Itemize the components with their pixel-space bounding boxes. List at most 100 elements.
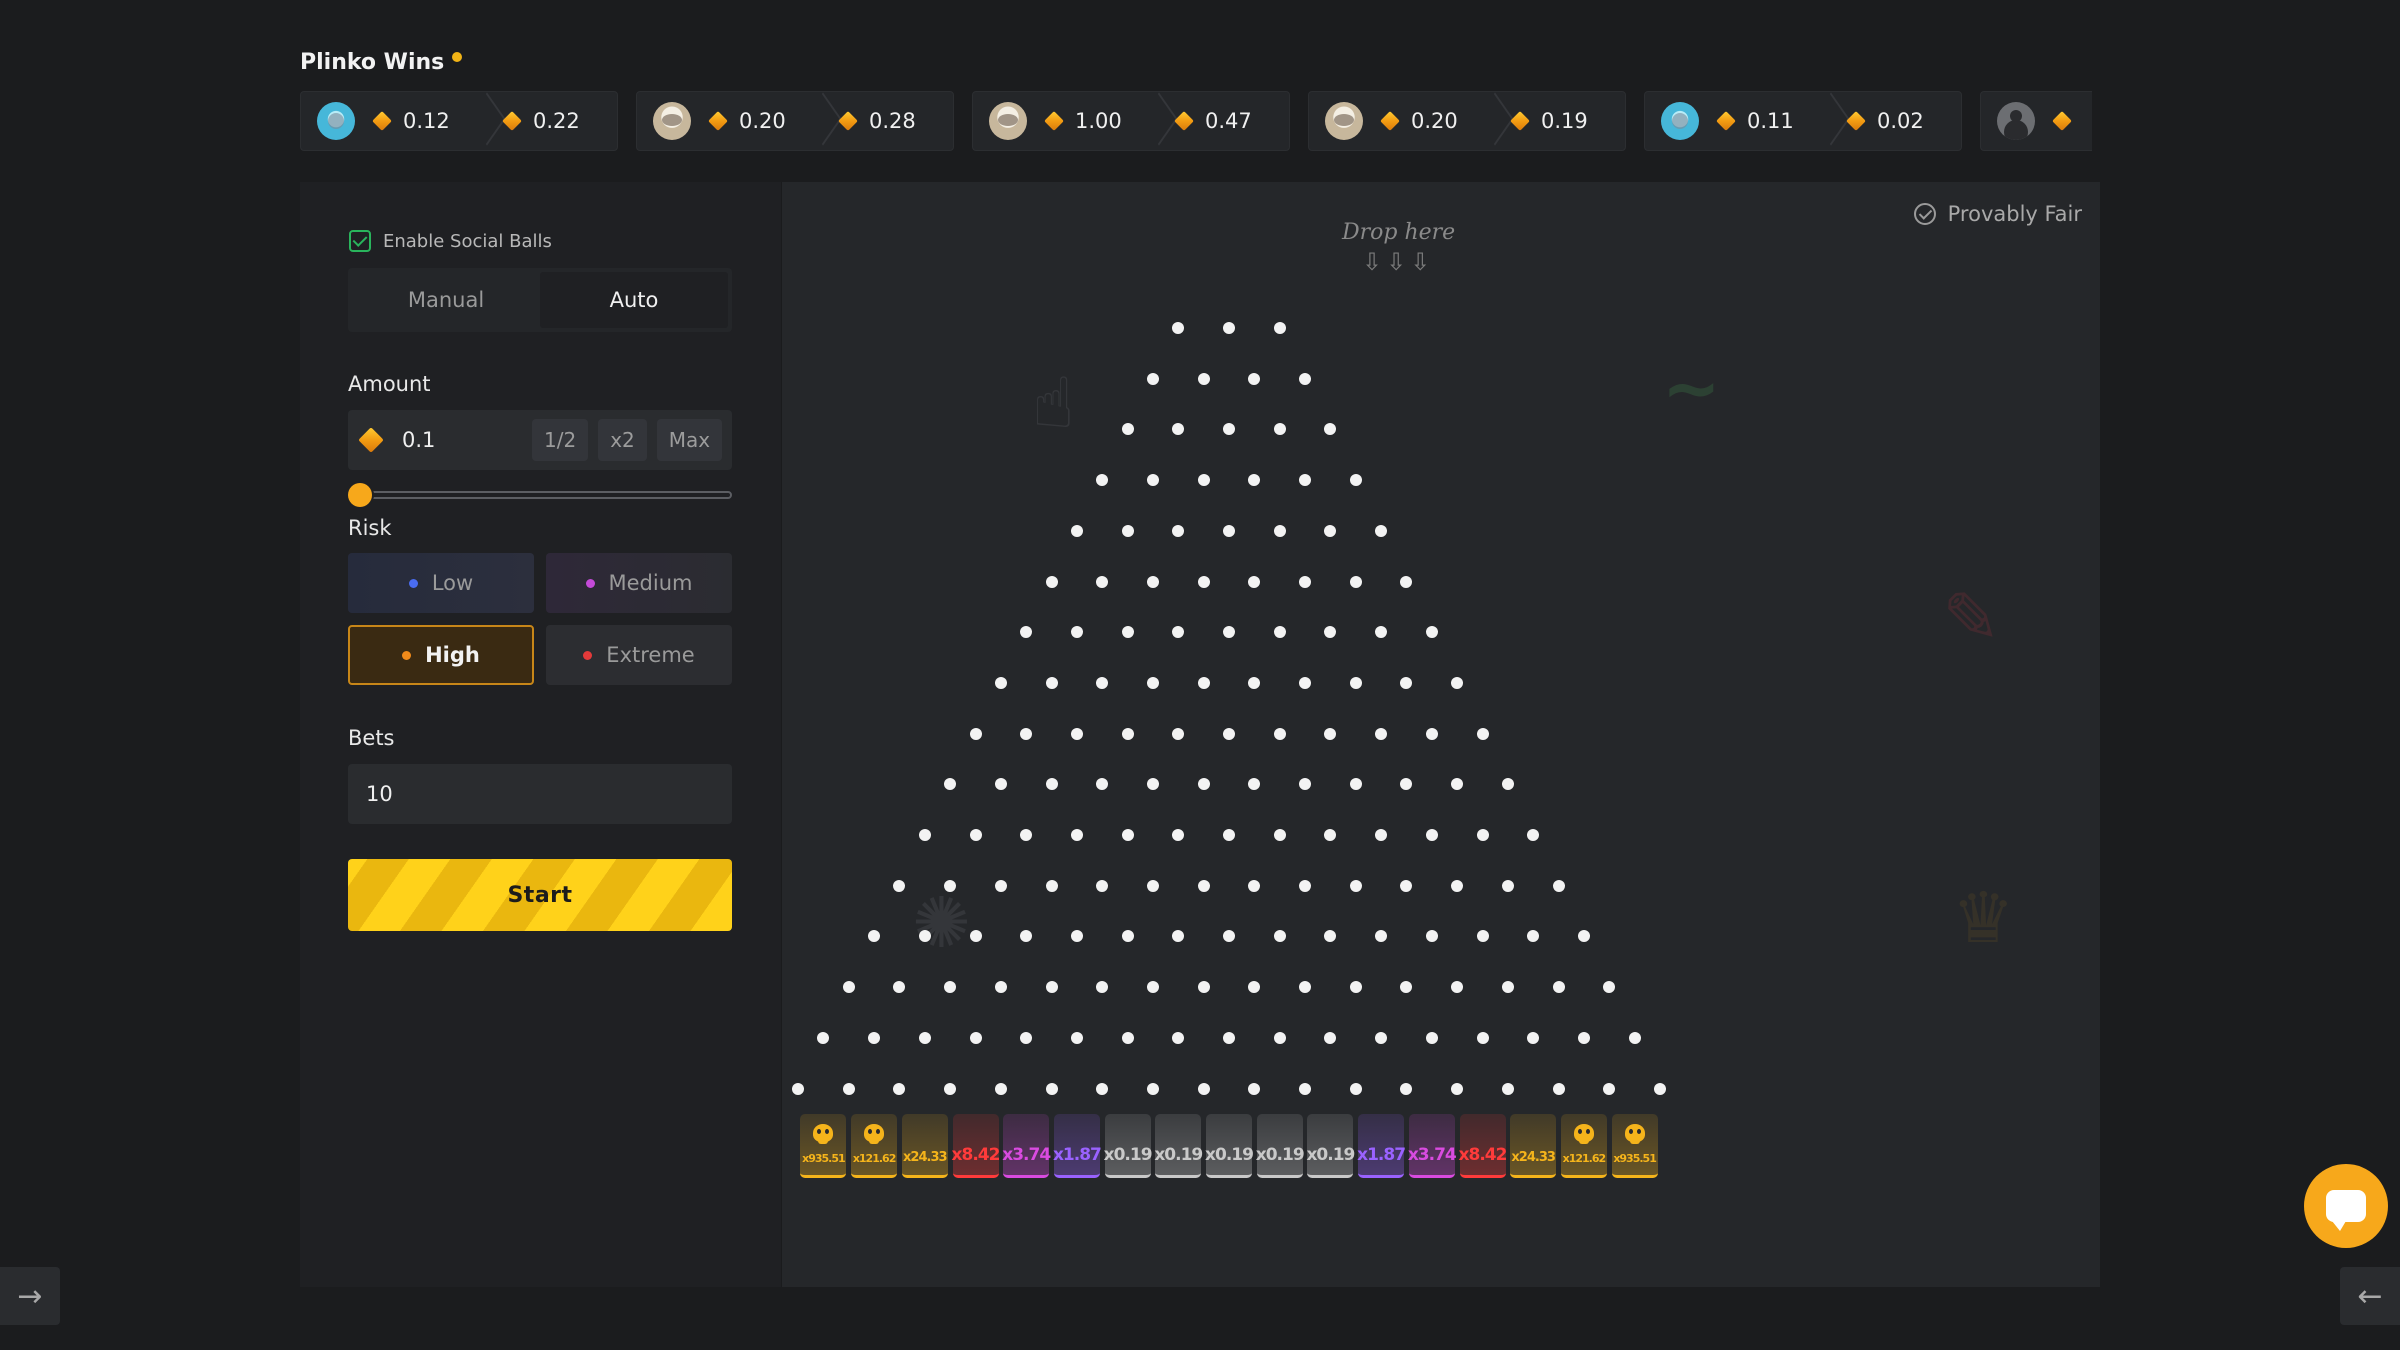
multiplier-label: x121.62 xyxy=(1562,1152,1607,1165)
peg xyxy=(1070,930,1083,943)
peg xyxy=(1324,1031,1337,1044)
peg xyxy=(1501,879,1514,892)
win-card[interactable]: 0.20 0.19 xyxy=(1308,91,1626,151)
peg xyxy=(1121,626,1134,639)
peg xyxy=(1020,829,1033,841)
amount-slider-handle[interactable] xyxy=(348,483,372,507)
win-card[interactable]: 0.12 0.22 xyxy=(300,91,618,151)
multiplier-label: x1.87 xyxy=(1052,1145,1102,1165)
multiplier-slot: x935.51 xyxy=(1611,1114,1658,1178)
win-card[interactable]: 1.00 0.47 xyxy=(972,91,1290,151)
peg xyxy=(1400,676,1413,689)
half-amount-button[interactable]: 1/2 xyxy=(532,419,589,461)
peg xyxy=(1020,930,1033,943)
peg xyxy=(1197,778,1210,791)
bets-input[interactable]: 10 xyxy=(348,764,732,824)
risk-low-button[interactable]: Low xyxy=(348,553,534,613)
peg xyxy=(1121,524,1134,537)
double-amount-button[interactable]: x2 xyxy=(598,419,647,461)
peg xyxy=(1223,626,1235,639)
risk-low-label: Low xyxy=(431,571,474,595)
risk-medium-button[interactable]: Medium xyxy=(546,553,732,613)
letters-graffiti-icon: ✺ xyxy=(912,882,971,964)
peg xyxy=(1400,981,1413,994)
multiplier-slot: x0.19 xyxy=(1104,1114,1153,1178)
skull-icon xyxy=(1573,1124,1594,1144)
multiplier-slot: x121.62 xyxy=(851,1114,898,1178)
amount-label: Amount xyxy=(348,372,431,396)
skull-icon xyxy=(1624,1124,1645,1144)
multiplier-label: x24.33 xyxy=(903,1150,948,1165)
avatar[interactable] xyxy=(1997,102,2035,140)
win-card[interactable]: 0.20 0.28 xyxy=(636,91,954,151)
peg xyxy=(1223,1031,1235,1044)
peg xyxy=(1273,423,1286,436)
peg xyxy=(1070,727,1083,740)
risk-extreme-button[interactable]: Extreme xyxy=(546,625,732,685)
avatar[interactable] xyxy=(317,102,355,140)
peg xyxy=(1273,930,1286,943)
tab-auto[interactable]: Auto xyxy=(540,272,728,328)
peg xyxy=(1070,829,1083,841)
peg xyxy=(1451,778,1464,791)
peg xyxy=(994,1082,1007,1095)
peg xyxy=(994,778,1007,791)
peg xyxy=(1273,626,1286,639)
peg xyxy=(1527,930,1540,943)
amount-input-box[interactable]: 0.1 1/2 x2 Max xyxy=(348,410,732,470)
peg xyxy=(1273,322,1286,334)
expand-left-arrow-icon[interactable]: → xyxy=(0,1267,60,1325)
win-payout-amount: 0.02 xyxy=(1846,109,1924,133)
collapse-right-arrow: ← xyxy=(2357,1278,2383,1314)
social-balls-toggle[interactable]: Enable Social Balls xyxy=(349,230,552,252)
peg xyxy=(1096,778,1109,791)
start-button[interactable]: Start xyxy=(348,859,732,931)
social-balls-label: Enable Social Balls xyxy=(383,230,552,252)
avatar[interactable] xyxy=(1661,102,1699,140)
peg xyxy=(1451,981,1464,994)
provably-fair-link[interactable]: Provably Fair xyxy=(1913,202,2082,226)
win-payout-value: 0.47 xyxy=(1205,109,1252,133)
collapse-right-arrow-icon[interactable]: ← xyxy=(2340,1267,2400,1325)
peg xyxy=(1020,1031,1033,1044)
peg xyxy=(1197,879,1210,892)
amount-input[interactable]: 0.1 xyxy=(402,428,522,452)
peg xyxy=(1020,626,1033,639)
peg xyxy=(1375,930,1388,943)
peg xyxy=(1172,524,1185,537)
peg xyxy=(1248,879,1261,892)
peg xyxy=(1425,930,1438,943)
peg xyxy=(1248,372,1261,385)
avatar[interactable] xyxy=(1325,102,1363,140)
diamond-gem-icon xyxy=(1044,111,1064,131)
bet-controls-sidebar: Enable Social Balls Manual Auto Amount 0… xyxy=(300,182,782,1287)
peg xyxy=(1349,778,1362,791)
avatar[interactable] xyxy=(653,102,691,140)
peg xyxy=(1223,322,1235,334)
max-amount-button[interactable]: Max xyxy=(656,419,723,461)
amount-slider-track[interactable] xyxy=(348,491,732,499)
win-card[interactable] xyxy=(1980,91,2092,151)
risk-high-button[interactable]: High xyxy=(348,625,534,685)
multiplier-label: x0.19 xyxy=(1255,1145,1305,1165)
multiplier-label: x8.42 xyxy=(951,1145,1001,1165)
amount-slider[interactable] xyxy=(348,483,732,507)
win-card[interactable]: 0.11 0.02 xyxy=(1644,91,1962,151)
plinko-board: Provably Fair Drop here ⇩⇩⇩ ☝ ~ ✎ ✺ ♛ x9… xyxy=(782,182,2100,1287)
multiplier-slot: x1.87 xyxy=(1357,1114,1406,1178)
peg xyxy=(1299,575,1312,588)
multiplier-slot: x24.33 xyxy=(1510,1114,1557,1178)
peg xyxy=(1045,575,1058,588)
chevron-right-icon xyxy=(1819,91,1835,151)
multiplier-label: x0.19 xyxy=(1306,1145,1355,1165)
social-balls-checkbox[interactable] xyxy=(349,230,371,252)
avatar[interactable] xyxy=(989,102,1027,140)
win-bet-value: 1.00 xyxy=(1075,109,1122,133)
chat-button[interactable] xyxy=(2304,1164,2388,1248)
win-payout-amount: 0.19 xyxy=(1510,109,1588,133)
expand-left-arrow: → xyxy=(17,1278,43,1314)
tab-manual[interactable]: Manual xyxy=(352,272,540,328)
peg xyxy=(1577,930,1590,943)
peg xyxy=(1375,626,1388,639)
peg xyxy=(1527,1031,1540,1044)
